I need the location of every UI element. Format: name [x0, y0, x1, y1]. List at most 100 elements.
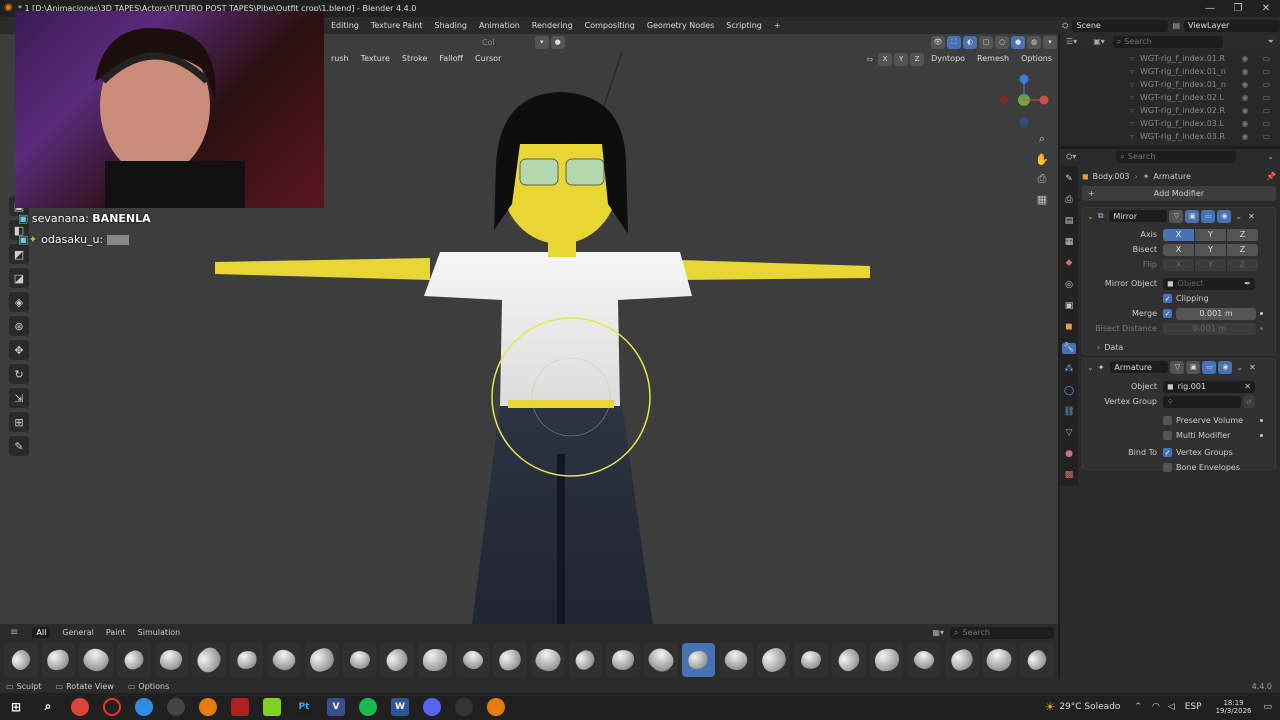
invert-icon[interactable]: ⇄ — [1243, 395, 1255, 408]
brush-thumbnail[interactable] — [493, 643, 527, 677]
brush-thumbnail[interactable] — [982, 643, 1017, 677]
brush-thumbnail[interactable] — [154, 643, 189, 677]
eye-icon[interactable]: ◉ — [1241, 67, 1248, 76]
tab-shading[interactable]: Shading — [429, 17, 474, 34]
bisect-y-toggle[interactable]: Y — [1195, 243, 1227, 256]
axis-z-toggle[interactable]: Z — [1227, 228, 1259, 241]
properties-search-input[interactable]: ⌕ Search — [1116, 150, 1237, 163]
steam-icon[interactable] — [455, 697, 473, 716]
camera-icon[interactable]: ▭ — [1262, 54, 1270, 63]
video-app-icon[interactable] — [231, 697, 249, 716]
outliner-item[interactable]: ▿ WGT-rig_f_index.01_n ◉ ▭ — [1060, 78, 1280, 91]
outliner-item[interactable]: ▿ WGT-rig_f_index.01.R ◉ ▭ — [1060, 52, 1280, 65]
mirror-name-field[interactable]: Mirror — [1109, 210, 1168, 222]
axis-x-toggle[interactable]: X — [878, 52, 893, 66]
dropdown-chevron-icon[interactable]: ⌄ — [1235, 212, 1242, 221]
remove-modifier-icon[interactable]: ✕ — [1249, 363, 1256, 372]
shelf-tab-paint[interactable]: Paint — [106, 628, 126, 637]
tab-scripting[interactable]: Scripting — [720, 17, 768, 34]
animate-dot-icon[interactable] — [1260, 312, 1263, 315]
camera-icon[interactable]: ▭ — [1262, 119, 1270, 128]
edge-icon[interactable] — [135, 697, 153, 716]
view-layer-selector[interactable]: ViewLayer — [1184, 19, 1280, 32]
vertex-groups-checkbox[interactable]: ✓ — [1163, 448, 1172, 457]
tool-tab-icon[interactable]: ✎ — [1062, 173, 1076, 184]
navigation-gizmo[interactable] — [1000, 72, 1055, 132]
axis-z-toggle[interactable]: Z — [910, 52, 925, 66]
armature-object-field[interactable]: ◼ rig.001 ✕ — [1163, 380, 1255, 393]
preserve-volume-checkbox[interactable] — [1163, 416, 1172, 425]
scale-icon[interactable]: ⇲ — [9, 388, 29, 408]
remesh-menu[interactable]: Remesh — [971, 51, 1015, 67]
clipping-checkbox[interactable]: ✓ — [1163, 294, 1172, 303]
bisect-x-toggle[interactable]: X — [1163, 243, 1195, 256]
brush-thumbnail[interactable] — [945, 643, 979, 677]
outliner-icon[interactable]: ☰▾ — [1066, 37, 1077, 46]
properties-icon[interactable]: ⛭▾ — [1066, 152, 1076, 162]
blender-taskbar-icon[interactable] — [199, 697, 217, 716]
visibility-icon[interactable]: 👁 — [931, 35, 945, 49]
notifications-icon[interactable]: ▭ — [1263, 702, 1272, 712]
windows-start-icon[interactable]: ⊞ — [7, 698, 25, 716]
brush-thumbnail[interactable] — [455, 643, 490, 677]
cursor-menu[interactable]: Cursor — [469, 51, 507, 67]
animate-dot-icon[interactable] — [1260, 419, 1263, 422]
modifier-tab-icon[interactable]: 🔧 — [1062, 342, 1076, 354]
render-icon[interactable]: ◉ — [1217, 209, 1232, 223]
constraints-tab-icon[interactable]: ⛓ — [1062, 406, 1076, 417]
tab-texture-paint[interactable]: Texture Paint — [365, 17, 429, 34]
vertex-group-field[interactable]: ⁘ — [1163, 395, 1241, 408]
texture-tab-icon[interactable]: ▩ — [1062, 470, 1076, 481]
eye-icon[interactable]: ◉ — [1241, 106, 1248, 115]
brush-thumbnail[interactable] — [681, 643, 716, 677]
axis-y-toggle[interactable]: Y — [1195, 228, 1227, 241]
outliner-item[interactable]: ▿ WGT-rig_f_index.01_n ◉ ▭ — [1060, 65, 1280, 78]
animate-dot-icon[interactable] — [1260, 434, 1263, 437]
object-tab-icon[interactable]: ◼ — [1062, 321, 1076, 332]
camera-icon[interactable]: ▭ — [1262, 93, 1270, 102]
vegas-icon[interactable]: V — [327, 697, 345, 716]
mirror-object-field[interactable]: ◼ Object ✒ — [1163, 277, 1255, 290]
falloff-dropdown[interactable]: ▾ — [534, 35, 549, 49]
shading-rendered-icon[interactable]: ◍ — [1027, 35, 1041, 49]
pan-hand-icon[interactable]: ✋ — [1034, 151, 1050, 167]
falloff-menu[interactable]: Falloff — [433, 51, 469, 67]
scene-tab-icon[interactable]: ◆ — [1062, 258, 1076, 269]
close-button[interactable]: ✕ — [1252, 0, 1280, 17]
dropdown-chevron-icon[interactable]: ⌄ — [1236, 363, 1243, 372]
collection-tab-icon[interactable]: ▣ — [1062, 300, 1076, 311]
on-cage-icon[interactable]: ▽ — [1169, 209, 1184, 223]
brush-thumbnail[interactable] — [342, 643, 377, 677]
realtime-icon[interactable]: ▭ — [1201, 209, 1216, 223]
brush-thumbnail[interactable] — [907, 643, 942, 677]
particles-tab-icon[interactable]: ⁂ — [1062, 364, 1076, 375]
flip-x-toggle[interactable]: X — [1163, 258, 1195, 271]
stroke-menu[interactable]: Stroke — [396, 51, 434, 67]
camera-icon[interactable]: ▭ — [1262, 67, 1270, 76]
brush-thumbnail[interactable] — [568, 643, 603, 677]
clear-icon[interactable]: ✕ — [1244, 382, 1251, 391]
zoom-icon[interactable]: ⌕ — [1034, 131, 1050, 147]
brush-thumbnail[interactable] — [869, 643, 904, 677]
options-chevron-icon[interactable]: ⌄ — [1267, 152, 1274, 161]
hamburger-icon[interactable]: ≡ — [10, 627, 18, 638]
armature-name-field[interactable]: Armature — [1110, 361, 1169, 373]
tab-geometry-nodes[interactable]: Geometry Nodes — [641, 17, 720, 34]
photoshop-icon[interactable]: Pt — [295, 697, 313, 716]
shading-material-icon[interactable]: ● — [1011, 35, 1025, 49]
eye-icon[interactable]: ◉ — [1241, 93, 1248, 102]
transform-icon[interactable]: ⊞ — [9, 412, 29, 432]
grid-icon[interactable]: ▦ — [1034, 191, 1050, 207]
render-icon[interactable]: ◉ — [1218, 360, 1233, 374]
box-trim-icon[interactable]: ◪ — [9, 268, 29, 288]
clock[interactable]: 18:19 19/3/2026 — [1216, 699, 1252, 715]
brush-thumbnail[interactable] — [41, 643, 76, 677]
texture-menu[interactable]: Texture — [355, 51, 396, 67]
eye-icon[interactable]: ◉ — [1241, 119, 1248, 128]
brush-thumbnail[interactable] — [418, 643, 452, 677]
opera-icon[interactable] — [103, 697, 121, 716]
eye-icon[interactable]: ◉ — [1241, 80, 1248, 89]
camera-icon[interactable]: ▭ — [1262, 106, 1270, 115]
bisect-distance-field[interactable]: 0.001 m — [1163, 322, 1256, 335]
physics-tab-icon[interactable]: ◯ — [1062, 385, 1076, 396]
